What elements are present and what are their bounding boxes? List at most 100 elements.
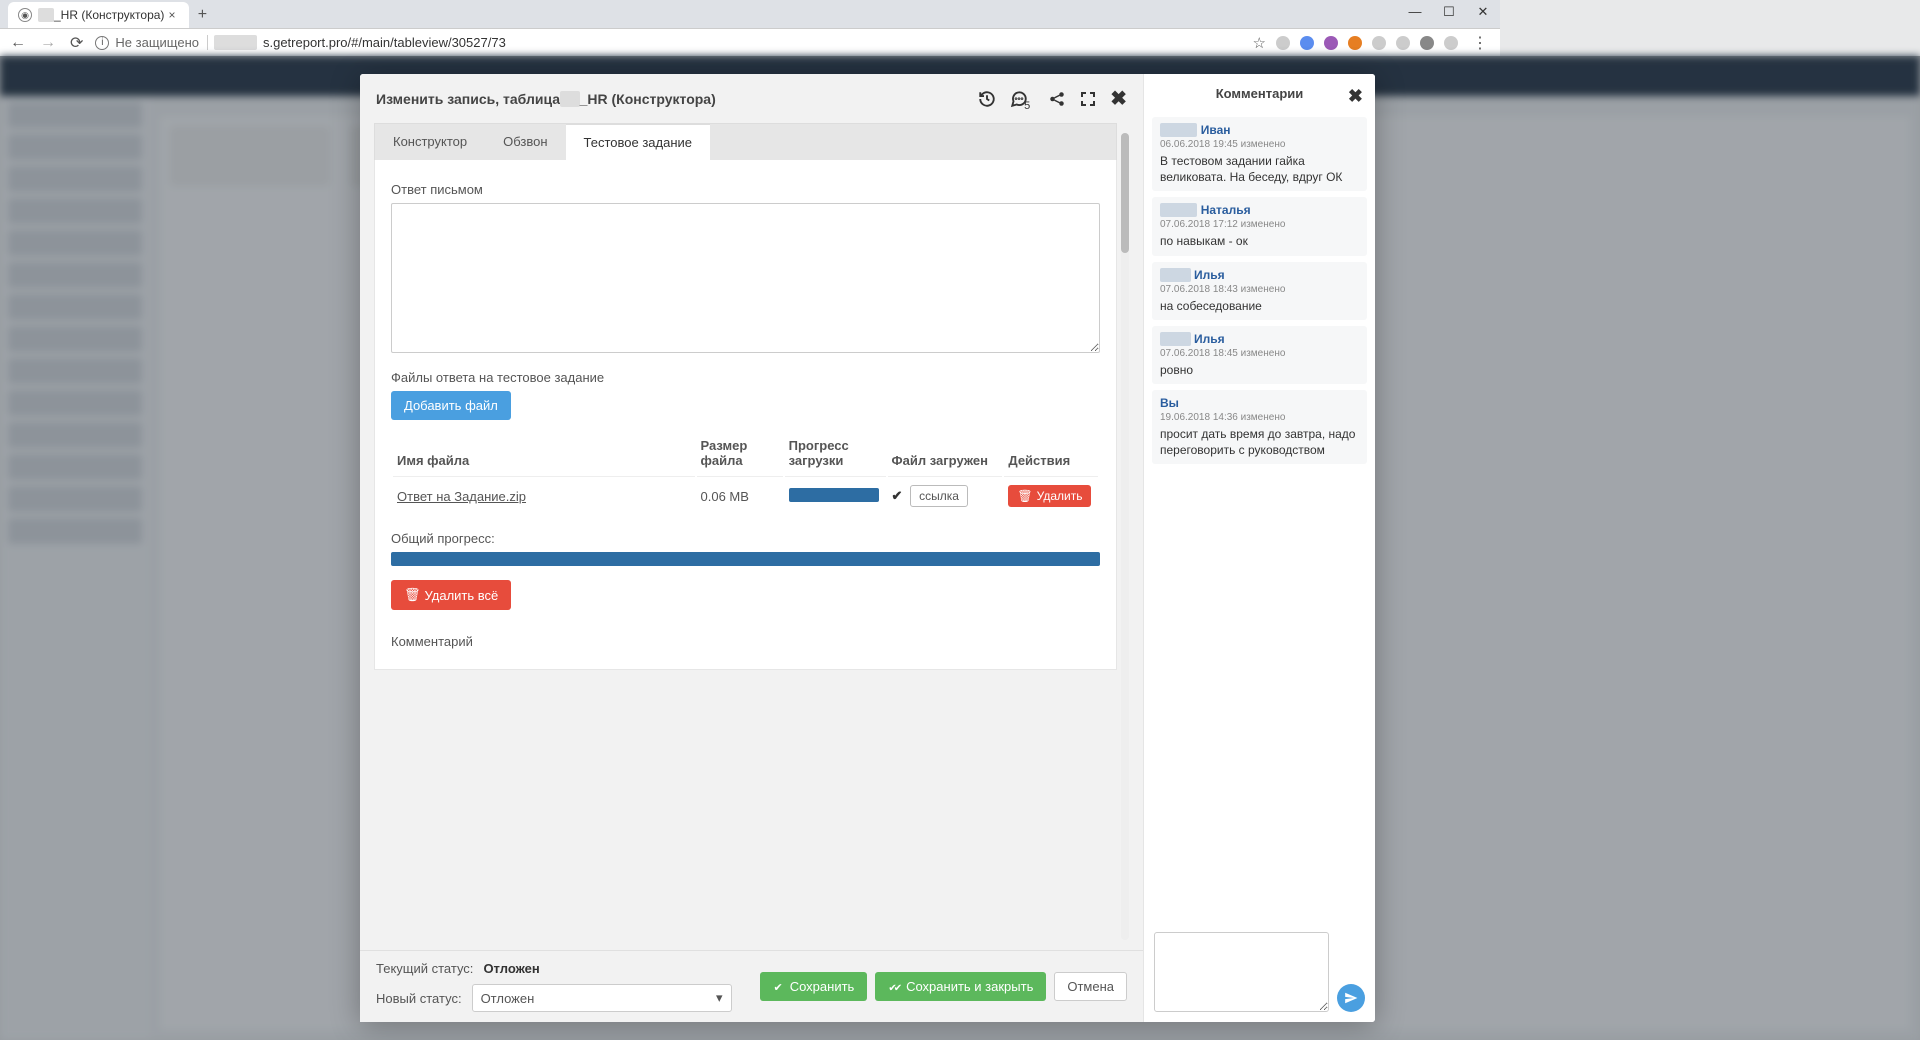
modal-title-blur: xx [560,91,580,107]
comment-author: Иван [1201,123,1231,137]
url-text: s.getreport.pro/#/main/tableview/30527/7… [263,35,506,50]
current-status-label: Текущий статус: [376,961,473,976]
comment-item: xxxxx Наталья 07.06.2018 17:12 изменено … [1152,197,1367,255]
new-status-selected: Отложен [481,991,535,1006]
comments-icon[interactable]: 5 [1010,90,1034,108]
comment-meta: 07.06.2018 18:45 изменено [1160,348,1359,359]
tab-test-task[interactable]: Тестовое задание [566,124,711,160]
extension-icon[interactable] [1396,36,1410,50]
modal-tabs: Конструктор Обзвон Тестовое задание [374,123,1117,160]
send-comment-button[interactable] [1337,984,1365,1012]
close-icon[interactable]: ✖ [1110,86,1127,111]
window-maximize-icon[interactable]: ☐ [1438,4,1460,20]
fullscreen-icon[interactable] [1080,91,1096,107]
save-label: Сохранить [790,979,855,994]
tab-content: Ответ письмом Файлы ответа на тестовое з… [374,160,1117,670]
comment-item: xxxx Илья 07.06.2018 18:45 изменено ровн… [1152,326,1367,384]
chevron-down-icon: ▾ [716,990,723,1006]
delete-label: Удалить [1037,489,1083,503]
nav-reload-icon[interactable]: ⟳ [68,33,85,53]
uploaded-check-icon: ✔ [892,488,903,503]
tab-title-blur: xx [38,8,54,22]
file-delete-button[interactable]: 🗑 Удалить [1008,485,1091,507]
modal-header: Изменить запись, таблица xx _HR (Констру… [360,74,1143,123]
comment-compose [1144,922,1375,1022]
footer-actions: Сохранить Сохранить и закрыть Отмена [760,972,1127,1001]
comment-meta: 07.06.2018 18:43 изменено [1160,284,1359,295]
modal-main: Изменить запись, таблица xx _HR (Констру… [360,74,1143,1022]
new-tab-button[interactable]: + [189,2,215,28]
extension-icon[interactable] [1300,36,1314,50]
window-controls: — ☐ ✕ [1404,4,1494,20]
avatar-icon[interactable] [1444,36,1458,50]
comments-title: Комментарии [1216,86,1304,101]
comment-field-label: Комментарий [391,634,1100,649]
comments-list: xxxxx Иван 06.06.2018 19:45 изменено В т… [1144,113,1375,922]
tab-constructor[interactable]: Конструктор [375,124,485,160]
file-link-button[interactable]: ссылка [910,485,968,507]
extension-icon[interactable] [1420,36,1434,50]
overall-progress-bar [391,552,1100,566]
tab-close-icon[interactable]: × [164,8,179,22]
comments-header: Комментарии ✖ [1144,74,1375,113]
comment-author: Илья [1194,332,1225,346]
toolbar-right: ☆ ⋮ [1253,33,1492,53]
edit-record-modal: Изменить запись, таблица xx _HR (Констру… [360,74,1375,1022]
col-progress: Прогресс загрузки [785,432,886,474]
answer-label: Ответ письмом [391,182,1100,197]
tab-favicon: ◉ [18,8,32,22]
modal-footer: Текущий статус: Отложен Новый статус: От… [360,950,1143,1022]
add-file-button[interactable]: Добавить файл [391,391,511,420]
save-button[interactable]: Сохранить [760,972,867,1001]
extension-icon[interactable] [1372,36,1386,50]
comment-item: xxxxx Иван 06.06.2018 19:45 изменено В т… [1152,117,1367,191]
tab-title: _HR (Конструктора) [54,8,164,22]
nav-forward-icon[interactable]: → [38,34,58,52]
browser-tab[interactable]: ◉ xx _HR (Конструктора) × [8,2,189,28]
url-input[interactable]: i Не защищено xxxxxx s.getreport.pro/#/m… [95,35,1242,50]
extension-icon[interactable] [1276,36,1290,50]
extension-icon[interactable] [1348,36,1362,50]
comment-text: просит дать время до завтра, надо перего… [1160,426,1359,458]
trash-icon: 🗑 [404,587,421,603]
comment-text: по навыкам - ок [1160,233,1359,249]
current-status-value: Отложен [483,961,539,976]
comments-panel: Комментарии ✖ xxxxx Иван 06.06.2018 19:4… [1143,74,1375,1022]
send-icon [1344,991,1358,1005]
comments-close-icon[interactable]: ✖ [1348,86,1363,107]
history-icon[interactable] [978,90,996,108]
modal-scrollbar[interactable] [1121,133,1129,940]
new-status-select[interactable]: Отложен ▾ [472,984,732,1012]
new-status-label: Новый статус: [376,991,462,1006]
tab-strip: ◉ xx _HR (Конструктора) × + [0,0,1500,28]
extension-icon[interactable] [1324,36,1338,50]
modal-body: Конструктор Обзвон Тестовое задание Отве… [360,123,1143,950]
window-minimize-icon[interactable]: — [1404,4,1426,20]
modal-title-prefix: Изменить запись, таблица [376,91,560,107]
site-info-icon[interactable]: i [95,36,109,50]
comment-input[interactable] [1154,932,1329,1012]
scrollbar-thumb[interactable] [1121,133,1129,253]
comment-author: Вы [1160,396,1179,410]
comment-item: Вы 19.06.2018 14:36 изменено просит дать… [1152,390,1367,464]
share-icon[interactable] [1048,90,1066,108]
comment-count: 5 [1024,100,1030,112]
save-close-label: Сохранить и закрыть [906,979,1033,994]
trash-icon: 🗑 [1017,489,1032,503]
answer-textarea[interactable] [391,203,1100,353]
overall-progress-label: Общий прогресс: [391,531,1100,546]
address-bar: ← → ⟳ i Не защищено xxxxxx s.getreport.p… [0,28,1500,56]
cancel-button[interactable]: Отмена [1054,972,1127,1001]
nav-back-icon[interactable]: ← [8,34,28,52]
file-name-link[interactable]: Ответ на Задание.zip [397,489,526,504]
file-row: Ответ на Задание.zip 0.06 MB ✔ ссылка 🗑У [393,476,1098,515]
save-close-button[interactable]: Сохранить и закрыть [875,972,1046,1001]
comment-text: ровно [1160,362,1359,378]
window-close-icon[interactable]: ✕ [1472,4,1494,20]
modal-header-actions: 5 ✖ [978,86,1127,111]
comment-text: на собеседование [1160,298,1359,314]
browser-menu-icon[interactable]: ⋮ [1468,33,1492,53]
delete-all-button[interactable]: 🗑Удалить всё [391,580,511,610]
bookmark-star-icon[interactable]: ☆ [1253,34,1266,52]
tab-calls[interactable]: Обзвон [485,124,565,160]
